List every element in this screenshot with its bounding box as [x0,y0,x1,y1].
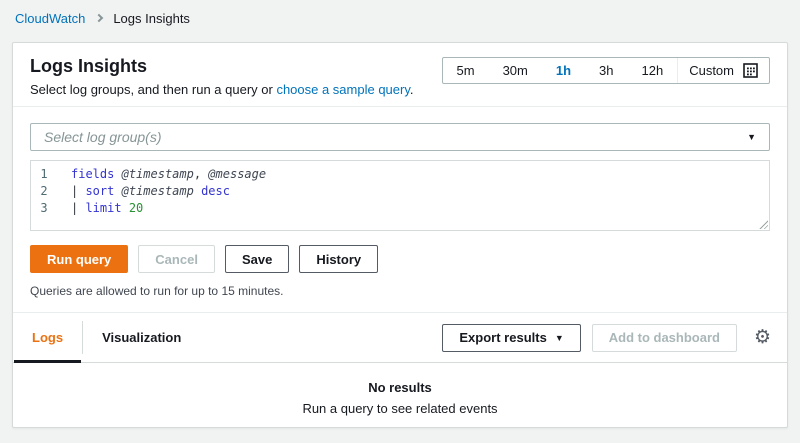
cancel-button[interactable]: Cancel [138,245,215,273]
export-results-button[interactable]: Export results ▼ [442,324,580,352]
save-button[interactable]: Save [225,245,289,273]
results-section: Logs Visualization Export results ▼ Add … [13,312,787,427]
no-results-area: No results Run a query to see related ev… [13,363,787,416]
editor-line: 2 | sort @timestamp desc [31,183,769,200]
code-text: | sort @timestamp desc [57,183,230,200]
time-range-3h[interactable]: 3h [585,58,627,83]
code-text: | limit 20 [57,200,143,217]
header-text: Logs Insights Select log groups, and the… [30,55,414,97]
calendar-icon [743,63,758,78]
run-query-button[interactable]: Run query [30,245,128,273]
tab-logs[interactable]: Logs [13,313,82,362]
history-button[interactable]: History [299,245,378,273]
line-number: 2 [31,183,57,200]
query-section: Select log group(s) ▼ 1 fields @timestam… [13,107,787,298]
log-group-placeholder: Select log group(s) [44,129,162,145]
breadcrumb-current: Logs Insights [113,11,190,26]
custom-label: Custom [689,63,734,78]
subtitle-text: Select log groups, and then run a query … [30,82,276,97]
line-number: 3 [31,200,57,217]
time-range-5m[interactable]: 5m [443,58,489,83]
time-range-12h[interactable]: 12h [628,58,678,83]
query-buttons: Run query Cancel Save History [30,245,770,273]
page-subtitle: Select log groups, and then run a query … [30,82,414,97]
no-results-message: Run a query to see related events [13,401,787,416]
dropdown-caret-icon: ▼ [747,132,756,142]
query-editor[interactable]: 1 fields @timestamp, @message 2 | sort @… [30,160,770,231]
add-to-dashboard-button[interactable]: Add to dashboard [592,324,737,352]
line-number: 1 [31,166,57,183]
results-actions: Export results ▼ Add to dashboard ⚙ [442,313,787,362]
editor-line: 1 fields @timestamp, @message [31,166,769,183]
settings-gear-icon[interactable]: ⚙ [754,328,771,347]
tab-visualization[interactable]: Visualization [83,313,200,362]
editor-resize-handle[interactable] [758,219,768,229]
query-limit-note: Queries are allowed to run for up to 15 … [30,284,770,298]
export-caret-icon: ▼ [555,333,564,343]
subtitle-period: . [410,82,414,97]
log-group-select[interactable]: Select log group(s) ▼ [30,123,770,151]
time-range-selector: 5m 30m 1h 3h 12h Custom [442,57,771,84]
editor-line: 3 | limit 20 [31,200,769,217]
breadcrumb-chevron-icon [95,14,103,22]
export-results-label: Export results [459,330,546,345]
time-range-30m[interactable]: 30m [489,58,542,83]
breadcrumb: CloudWatch Logs Insights [0,0,800,34]
code-text: fields @timestamp, @message [57,166,266,183]
time-range-1h[interactable]: 1h [542,58,585,83]
breadcrumb-link-cloudwatch[interactable]: CloudWatch [15,11,85,26]
page-title: Logs Insights [30,55,414,77]
results-tabs: Logs Visualization Export results ▼ Add … [13,313,787,363]
time-range-custom[interactable]: Custom [677,58,769,83]
logs-insights-panel: Logs Insights Select log groups, and the… [12,42,788,428]
sample-query-link[interactable]: choose a sample query [276,82,409,97]
panel-header: Logs Insights Select log groups, and the… [13,43,787,107]
no-results-title: No results [13,380,787,395]
